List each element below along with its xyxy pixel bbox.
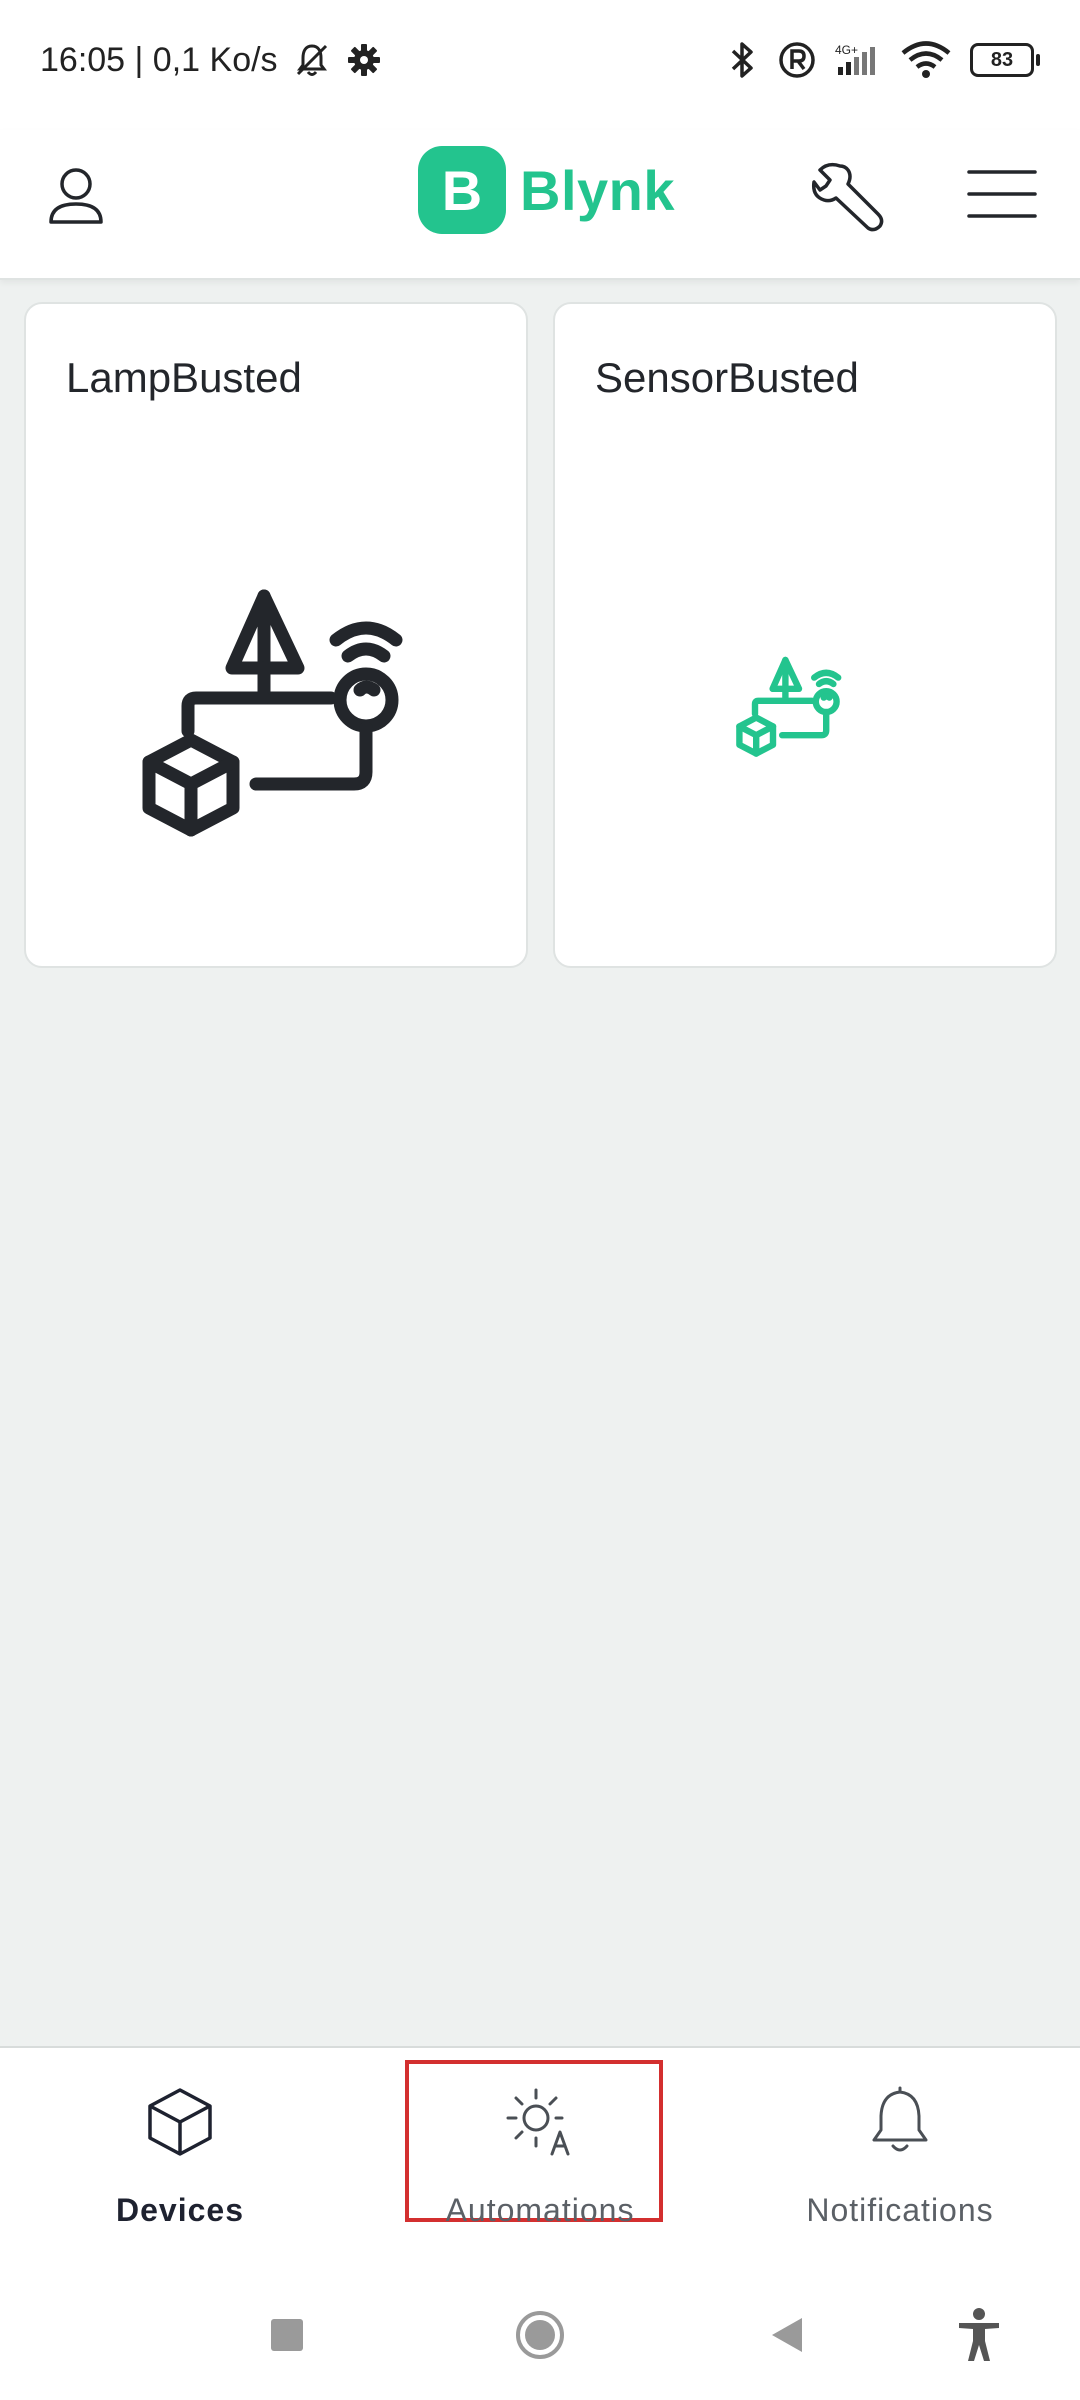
menu-icon	[967, 170, 1037, 218]
wrench-icon	[811, 162, 884, 232]
bluetooth-icon	[725, 40, 759, 80]
status-time-speed: 16:05 | 0,1 Ko/s	[40, 40, 278, 79]
profile-button[interactable]	[36, 156, 116, 236]
logo-mark: B	[418, 146, 506, 234]
device-card-sensorbusted[interactable]: SensorBusted	[553, 302, 1057, 968]
bell-icon	[872, 2086, 928, 2152]
home-button[interactable]	[505, 2300, 575, 2370]
registered-icon	[777, 40, 817, 80]
wifi-icon	[900, 40, 952, 80]
recents-button[interactable]	[252, 2300, 322, 2370]
nav-notifications[interactable]: Notifications	[720, 2048, 1080, 2272]
blynk-logo: B Blynk	[418, 144, 675, 236]
device-template-icon	[142, 589, 403, 837]
status-right: 4G+ 83	[707, 40, 1040, 80]
battery-level: 83	[970, 43, 1040, 77]
device-name: SensorBusted	[595, 354, 859, 401]
bell-off-icon	[292, 40, 332, 80]
accessibility-button[interactable]	[944, 2300, 1014, 2370]
recents-icon	[271, 2319, 303, 2351]
device-template-icon	[736, 656, 842, 757]
device-card-lampbusted[interactable]: LampBusted	[24, 302, 528, 968]
device-name: LampBusted	[66, 354, 302, 401]
app-header: B Blynk	[0, 130, 1080, 280]
cube-icon	[148, 2088, 212, 2156]
profile-icon	[49, 168, 103, 224]
nav-notifications-label: Notifications	[806, 2192, 994, 2228]
system-navigation-bar	[0, 2270, 1080, 2400]
home-icon	[516, 2311, 564, 2359]
accessibility-icon	[959, 2308, 999, 2361]
logo-text: Blynk	[520, 158, 675, 222]
nav-automations[interactable]: Automations	[360, 2048, 720, 2272]
back-button[interactable]	[752, 2300, 822, 2370]
automation-sun-icon	[506, 2088, 570, 2156]
gear-icon	[346, 42, 382, 78]
network-type-label: 4G+	[834, 43, 858, 57]
signal-icon: 4G+	[835, 43, 882, 77]
bottom-navigation: Devices Automations Notifications	[0, 2046, 1080, 2272]
nav-automations-label: Automations	[445, 2192, 635, 2228]
nav-devices[interactable]: Devices	[0, 2048, 360, 2272]
nav-devices-label: Devices	[116, 2192, 244, 2228]
back-icon	[772, 2318, 802, 2352]
battery-icon: 83	[970, 43, 1040, 77]
menu-button[interactable]	[962, 154, 1042, 234]
developer-tools-button[interactable]	[806, 152, 890, 236]
status-bar: 16:05 | 0,1 Ko/s 4G+ 83	[0, 0, 1080, 130]
status-left: 16:05 | 0,1 Ko/s	[40, 40, 382, 80]
